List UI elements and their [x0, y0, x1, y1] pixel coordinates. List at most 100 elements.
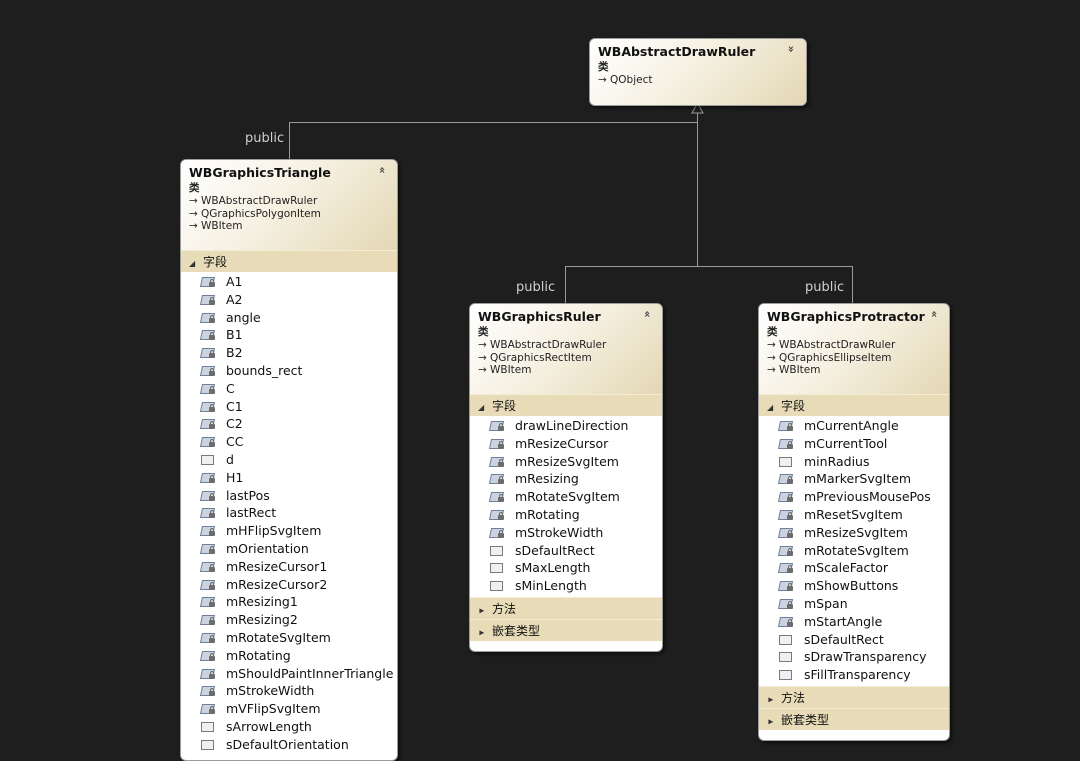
field-item[interactable]: A2 — [181, 291, 397, 309]
private-field-icon — [199, 418, 216, 430]
base-class: → WBAbstractDrawRuler — [478, 339, 654, 352]
field-item[interactable]: sMaxLength — [470, 559, 662, 577]
field-item[interactable]: mRotateSvgItem — [470, 488, 662, 506]
field-item[interactable]: C1 — [181, 398, 397, 416]
private-field-icon — [199, 650, 216, 661]
field-item[interactable]: lastPos — [181, 487, 397, 505]
field-item[interactable]: mRotating — [470, 506, 662, 524]
class-card-wbgraphicsprotractor[interactable]: WBGraphicsProtractor 类 → WBAbstractDrawRu… — [758, 303, 950, 741]
connector-label-ruler: public — [516, 280, 556, 295]
static-field-icon — [490, 545, 504, 556]
field-item[interactable]: C2 — [181, 415, 397, 433]
private-field-icon — [777, 598, 794, 609]
field-item[interactable]: mRotateSvgItem — [759, 542, 949, 560]
field-item[interactable]: mPreviousMousePos — [759, 488, 949, 506]
field-name: mPreviousMousePos — [804, 489, 931, 505]
field-item[interactable]: sArrowLength — [181, 718, 397, 736]
private-field-icon — [777, 545, 794, 556]
field-item[interactable]: mResizeSvgItem — [470, 453, 662, 471]
static-field-icon — [201, 721, 215, 732]
class-card-wbabstractdrawruler[interactable]: WBAbstractDrawRuler 类 → QObject « — [589, 38, 807, 106]
field-item[interactable]: mRotateSvgItem — [181, 629, 397, 647]
field-item[interactable]: bounds_rect — [181, 362, 397, 380]
field-item[interactable]: A1 — [181, 273, 397, 291]
section-header-nested-types[interactable]: ▶ 嵌套类型 — [759, 707, 949, 730]
field-name: mOrientation — [226, 540, 309, 556]
field-item[interactable]: mResizing2 — [181, 611, 397, 629]
field-item[interactable]: minRadius — [759, 453, 949, 471]
field-item[interactable]: sDefaultRect — [470, 542, 662, 560]
section-header-methods[interactable]: ▶ 方法 — [759, 685, 949, 708]
section-header-fields[interactable]: ◢ 字段 — [759, 394, 949, 416]
field-item[interactable]: mResizing — [470, 470, 662, 488]
section-header-fields[interactable]: ◢ 字段 — [181, 250, 397, 272]
field-item[interactable]: mStrokeWidth — [181, 682, 397, 700]
field-item[interactable]: mResizeCursor1 — [181, 558, 397, 576]
inherit-arrow-icon: → — [189, 195, 198, 207]
base-class: → QGraphicsPolygonItem — [189, 208, 389, 221]
inherit-arrow-icon: → — [478, 351, 487, 364]
field-item[interactable]: mStartAngle — [759, 613, 949, 631]
field-item[interactable]: mCurrentAngle — [759, 417, 949, 435]
field-item[interactable]: B1 — [181, 326, 397, 344]
field-item[interactable]: sMinLength — [470, 577, 662, 595]
expand-chevron-icon[interactable]: « — [784, 42, 798, 56]
section-header-fields[interactable]: ◢ 字段 — [470, 394, 662, 416]
field-item[interactable]: mResizing1 — [181, 593, 397, 611]
field-item[interactable]: mResizeCursor — [470, 435, 662, 453]
field-item[interactable]: sDefaultRect — [759, 631, 949, 649]
base-class-name: QObject — [610, 74, 653, 86]
class-kind: 类 — [478, 326, 489, 338]
field-item[interactable]: sFillTransparency — [759, 666, 949, 684]
field-item[interactable]: mSpan — [759, 595, 949, 613]
section-header-nested-types[interactable]: ▶ 嵌套类型 — [470, 618, 662, 641]
field-name: mRotating — [226, 647, 291, 663]
private-field-icon — [199, 312, 216, 323]
collapse-chevron-icon[interactable]: « — [927, 307, 941, 321]
field-item[interactable]: mResetSvgItem — [759, 506, 949, 524]
field-item[interactable]: mScaleFactor — [759, 559, 949, 577]
field-name: sArrowLength — [226, 718, 312, 734]
field-name: C1 — [226, 398, 243, 414]
field-item[interactable]: mOrientation — [181, 540, 397, 558]
field-item[interactable]: mVFlipSvgItem — [181, 700, 397, 718]
field-item[interactable]: CC — [181, 433, 397, 451]
field-item[interactable]: sDrawTransparency — [759, 648, 949, 666]
field-item[interactable]: mCurrentTool — [759, 435, 949, 453]
private-field-icon — [199, 703, 216, 715]
field-item[interactable]: angle — [181, 309, 397, 327]
field-item[interactable]: lastRect — [181, 504, 397, 522]
class-kind: 类 — [767, 326, 778, 338]
field-item[interactable]: drawLineDirection — [470, 417, 662, 435]
private-field-icon — [199, 543, 216, 554]
field-item[interactable]: d — [181, 451, 397, 469]
class-card-wbgraphicstriangle[interactable]: WBGraphicsTriangle 类 → WBAbstractDrawRule… — [180, 159, 398, 761]
field-item[interactable]: mMarkerSvgItem — [759, 470, 949, 488]
field-item[interactable]: mStrokeWidth — [470, 524, 662, 542]
collapse-chevron-icon[interactable]: « — [375, 163, 389, 177]
field-item[interactable]: mResizeCursor2 — [181, 576, 397, 594]
field-name: mResetSvgItem — [804, 506, 903, 522]
field-item[interactable]: mShowButtons — [759, 577, 949, 595]
field-item[interactable]: B2 — [181, 344, 397, 362]
field-item[interactable]: sDefaultOrientation — [181, 736, 397, 754]
field-name: B2 — [226, 345, 243, 361]
field-item[interactable]: mHFlipSvgItem — [181, 522, 397, 540]
section-header-methods[interactable]: ▶ 方法 — [470, 596, 662, 619]
field-item[interactable]: mRotating — [181, 647, 397, 665]
class-card-wbgraphicsruler[interactable]: WBGraphicsRuler 类 → WBAbstractDrawRuler → Q… — [469, 303, 663, 652]
field-item[interactable]: C — [181, 380, 397, 398]
private-field-icon — [777, 562, 794, 574]
private-field-icon — [199, 329, 216, 341]
field-name: mSpan — [804, 595, 848, 611]
field-item[interactable]: mResizeSvgItem — [759, 524, 949, 542]
private-field-icon — [199, 276, 216, 287]
private-field-icon — [199, 685, 216, 697]
class-card-header: WBAbstractDrawRuler 类 → QObject « — [590, 39, 806, 105]
collapsed-triangle-icon: ▶ — [479, 628, 485, 637]
field-item[interactable]: mShouldPaintInnerTriangle — [181, 665, 397, 683]
field-item[interactable]: H1 — [181, 469, 397, 487]
collapse-chevron-icon[interactable]: « — [640, 307, 654, 321]
inherit-arrow-icon: → — [478, 339, 487, 351]
private-field-icon — [488, 509, 505, 520]
